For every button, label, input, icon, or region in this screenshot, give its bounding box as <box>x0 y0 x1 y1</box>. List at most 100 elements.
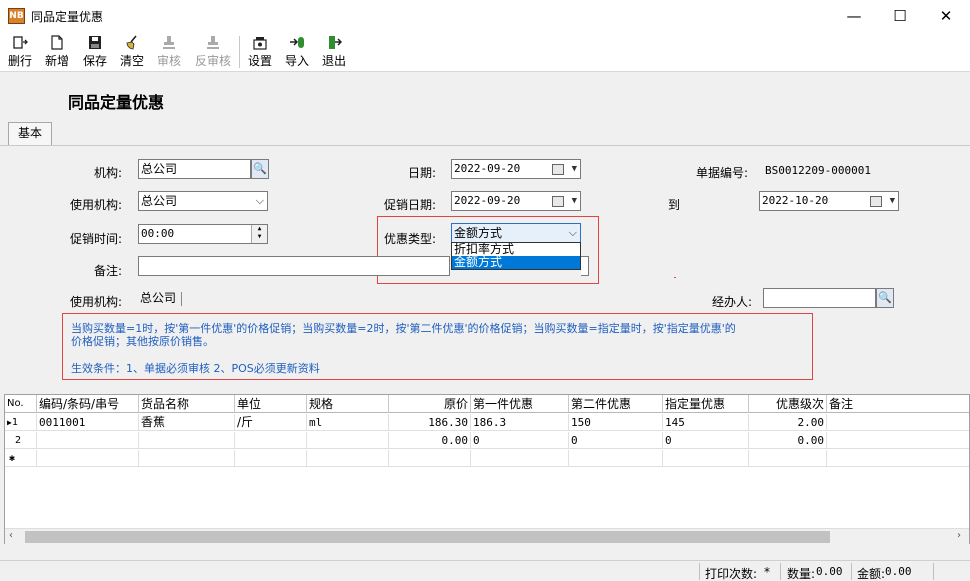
settings-button[interactable]: 设置 <box>246 35 274 71</box>
status-bar: 打印次数: * 数量: 0.00 金额: 0.00 <box>0 560 970 581</box>
cell-name[interactable] <box>139 432 235 449</box>
import-button[interactable]: 导入 <box>283 35 311 71</box>
qty-value: 0.00 <box>816 565 843 578</box>
remark-label: 备注: <box>93 264 122 278</box>
promo-date-from-value: 2022-09-20 <box>454 194 521 207</box>
search-icon: 🔍 <box>878 291 892 304</box>
col-header-second[interactable]: 第二件优惠 <box>569 395 663 413</box>
clear-button[interactable]: 清空 <box>118 35 146 71</box>
cell-spec[interactable]: ml <box>307 414 389 431</box>
promo-date-to-picker[interactable]: 2022-10-20 ▼ <box>759 191 899 211</box>
new-button[interactable]: 新增 <box>43 35 71 71</box>
chevron-down-icon: ⌵ <box>568 226 577 239</box>
qty-label: 数量: <box>787 567 816 581</box>
cell-qty-discount[interactable] <box>663 450 749 467</box>
save-button[interactable]: 保存 <box>81 35 109 71</box>
col-header-name[interactable]: 货品名称 <box>139 395 235 413</box>
col-header-unit[interactable]: 单位 <box>235 395 307 413</box>
col-header-level[interactable]: 优惠级次 <box>749 395 827 413</box>
scroll-left-icon[interactable]: ‹ <box>9 530 13 541</box>
col-header-remark[interactable]: 备注 <box>827 395 969 413</box>
promo-date-from-picker[interactable]: 2022-09-20 ▼ <box>451 191 581 211</box>
col-header-spec[interactable]: 规格 <box>307 395 389 413</box>
cell-second[interactable]: 0 <box>569 432 663 449</box>
col-header-orig-price[interactable]: 原价 <box>389 395 471 413</box>
cell-orig-price[interactable] <box>389 450 471 467</box>
new-row-marker[interactable]: ✱ <box>5 450 37 467</box>
handler-search-button[interactable]: 🔍 <box>876 288 894 308</box>
cell-level[interactable]: 2.00 <box>749 414 827 431</box>
import-arrow-icon <box>290 37 304 48</box>
unapprove-button[interactable]: 反审核 <box>193 35 233 71</box>
red-dot <box>674 277 676 278</box>
approve-button[interactable]: 审核 <box>155 35 183 71</box>
cell-first[interactable]: 0 <box>471 432 569 449</box>
discount-option-amount[interactable]: 金额方式 <box>452 256 580 269</box>
org-input[interactable]: 总公司 <box>138 159 251 179</box>
import-label: 导入 <box>284 54 309 68</box>
remark-input[interactable] <box>138 256 450 276</box>
cell-name[interactable] <box>139 450 235 467</box>
exit-button[interactable]: 退出 <box>320 35 348 71</box>
product-grid[interactable]: No. 编码/条码/串号 货品名称 单位 规格 原价 第一件优惠 第二件优惠 指… <box>4 394 970 544</box>
save-disk-icon <box>89 36 101 49</box>
status-separator <box>699 563 700 580</box>
title-bar: NB 同品定量优惠 — ☐ ✕ <box>0 0 970 32</box>
cell-first[interactable] <box>471 450 569 467</box>
cell-second[interactable]: 150 <box>569 414 663 431</box>
date-picker[interactable]: 2022-09-20 ▼ <box>451 159 581 179</box>
cell-code[interactable] <box>37 432 139 449</box>
cell-level[interactable]: 0.00 <box>749 432 827 449</box>
tab-basic[interactable]: 基本 <box>8 122 52 145</box>
cell-second[interactable] <box>569 450 663 467</box>
col-header-code[interactable]: 编码/条码/串号 <box>37 395 139 413</box>
chevron-down-icon: ⌵ <box>255 194 264 207</box>
time-spinner[interactable]: ▲ ▼ <box>251 225 267 243</box>
cell-orig-price[interactable]: 186.30 <box>389 414 471 431</box>
org-search-button[interactable]: 🔍 <box>251 159 269 179</box>
date-label: 日期: <box>407 166 436 180</box>
scroll-right-icon[interactable]: › <box>957 530 961 541</box>
col-header-first[interactable]: 第一件优惠 <box>471 395 569 413</box>
approve-label: 审核 <box>156 54 181 68</box>
cell-qty-discount[interactable]: 0 <box>663 432 749 449</box>
cell-qty-discount[interactable]: 145 <box>663 414 749 431</box>
cell-spec[interactable] <box>307 450 389 467</box>
status-separator <box>780 563 781 580</box>
cell-remark[interactable] <box>827 414 969 431</box>
cell-name[interactable]: 香蕉 <box>139 414 235 431</box>
discount-type-select[interactable]: 金额方式 ⌵ <box>451 223 581 243</box>
cell-first[interactable]: 186.3 <box>471 414 569 431</box>
row-header[interactable]: ▶1 <box>5 414 37 431</box>
maximize-button[interactable]: ☐ <box>877 0 923 32</box>
promo-time-label: 促销时间: <box>69 232 122 246</box>
discount-type-label: 优惠类型: <box>383 232 436 246</box>
cell-spec[interactable] <box>307 432 389 449</box>
cell-code[interactable]: 0011001 <box>37 414 139 431</box>
cell-remark[interactable] <box>827 432 969 449</box>
cell-unit[interactable] <box>235 432 307 449</box>
scrollbar-thumb[interactable] <box>25 531 830 543</box>
horizontal-scrollbar[interactable]: ‹ › <box>5 528 969 544</box>
minimize-button[interactable]: — <box>831 0 877 32</box>
cell-remark[interactable] <box>827 450 969 467</box>
col-header-no: No. <box>5 395 37 413</box>
search-icon: 🔍 <box>253 162 267 175</box>
effective-condition-note: 生效条件：1、单据必须审核 2、POS必须更新资料 <box>71 362 320 375</box>
cell-code[interactable] <box>37 450 139 467</box>
use-org-select[interactable]: 总公司 ⌵ <box>138 191 268 211</box>
col-header-qty-discount[interactable]: 指定量优惠 <box>663 395 749 413</box>
promo-time-input[interactable]: 00:00 ▲ ▼ <box>138 224 268 244</box>
status-separator <box>933 563 934 580</box>
promo-date-to-value: 2022-10-20 <box>762 194 829 207</box>
cell-level[interactable] <box>749 450 827 467</box>
cell-orig-price[interactable]: 0.00 <box>389 432 471 449</box>
row-header[interactable]: 2 <box>5 432 37 449</box>
save-label: 保存 <box>82 54 107 68</box>
handler-input[interactable] <box>763 288 876 308</box>
close-button[interactable]: ✕ <box>923 0 969 32</box>
delete-row-button[interactable]: 删行 <box>6 35 34 71</box>
cell-unit[interactable]: /斤 <box>235 414 307 431</box>
cell-unit[interactable] <box>235 450 307 467</box>
calendar-icon <box>552 196 564 207</box>
